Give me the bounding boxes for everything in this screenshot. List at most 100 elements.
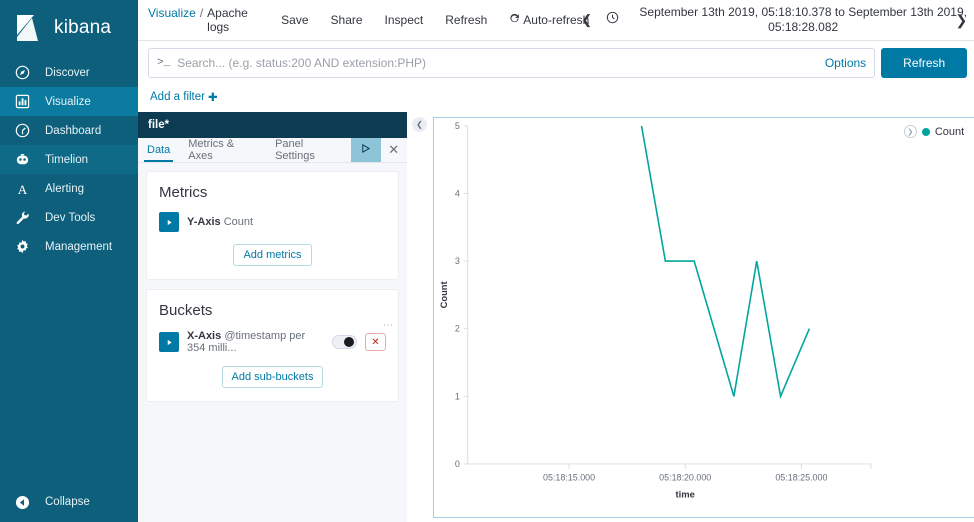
add-metrics-row: Add metrics xyxy=(159,244,386,266)
sidebar-item-visualize[interactable]: Visualize xyxy=(0,87,138,116)
time-back-icon[interactable]: ❮ xyxy=(581,12,592,28)
y-tick-label: 2 xyxy=(455,324,460,334)
clock-icon[interactable] xyxy=(606,11,619,29)
sidebar-item-dev-tools[interactable]: Dev Tools xyxy=(0,203,138,232)
time-forward-icon[interactable]: ❯ xyxy=(955,12,967,29)
metric-agg-label: Y-Axis Count xyxy=(187,216,253,228)
query-bar: >_ Options Refresh xyxy=(138,41,974,84)
sidebar-collapse-label: Collapse xyxy=(45,496,90,508)
gear-icon xyxy=(14,238,31,255)
tab-data[interactable]: Data xyxy=(138,138,179,162)
metric-agg-value: Count xyxy=(223,216,254,228)
legend-expand-icon[interactable]: ❯ xyxy=(903,125,917,138)
alerting-icon: A xyxy=(14,180,31,197)
kibana-app: kibana Discover Visualize Dashboard Time… xyxy=(0,0,974,522)
collapse-editor-icon[interactable]: ❮ xyxy=(412,117,427,132)
plus-icon: ✚ xyxy=(207,92,218,104)
y-tick-label: 5 xyxy=(455,121,460,131)
metric-agg-role: Y-Axis xyxy=(187,216,221,228)
auto-refresh-label: Auto-refresh xyxy=(523,13,590,27)
search-input[interactable] xyxy=(177,55,818,70)
sidebar-item-label: Management xyxy=(45,240,113,253)
sidebar-item-dashboard[interactable]: Dashboard xyxy=(0,116,138,145)
y-tick-label: 0 xyxy=(455,459,460,469)
breadcrumb: Visualize / Apache logs xyxy=(148,6,259,34)
breadcrumb-separator: / xyxy=(199,6,204,20)
filter-bar: Add a filter ✚ xyxy=(138,84,974,110)
add-filter-button[interactable]: Add a filter ✚ xyxy=(150,90,218,104)
metric-agg-row[interactable]: Y-Axis Count xyxy=(159,212,386,232)
expand-metric-icon[interactable] xyxy=(159,212,179,232)
remove-bucket-button[interactable]: ✕ xyxy=(365,333,386,351)
sidebar-collapse-button[interactable]: Collapse xyxy=(0,488,138,516)
search-bar[interactable]: >_ Options xyxy=(148,47,876,78)
x-tick-label: 05:18:15.000 xyxy=(543,473,595,483)
time-range-picker[interactable]: September 13th 2019, 05:18:10.378 to Sep… xyxy=(629,5,974,35)
query-prompt-icon: >_ xyxy=(157,56,171,69)
chart-container: ❯ Count 5 4 3 2 1 0 05:18:15.000 05:18:2… xyxy=(433,117,974,518)
svg-text:A: A xyxy=(18,182,28,197)
close-editor-button[interactable]: ✕ xyxy=(381,138,407,162)
x-tick-label: 05:18:20.000 xyxy=(659,473,711,483)
x-axis-title: time xyxy=(676,489,695,499)
tab-panel-settings[interactable]: Panel Settings xyxy=(266,138,351,162)
sidebar-item-management[interactable]: Management xyxy=(0,232,138,261)
auto-refresh-button[interactable]: Auto-refresh xyxy=(509,13,589,27)
x-tick-label: 05:18:25.000 xyxy=(775,473,827,483)
brand-name: kibana xyxy=(54,17,112,38)
global-nav-sidebar: kibana Discover Visualize Dashboard Time… xyxy=(0,0,138,522)
line-chart[interactable]: 5 4 3 2 1 0 05:18:15.000 05:18:20.000 05… xyxy=(434,118,974,517)
bar-chart-icon xyxy=(14,93,31,110)
bucket-agg-role: X-Axis xyxy=(187,330,222,342)
sidebar-item-label: Discover xyxy=(45,66,90,79)
wrench-icon xyxy=(14,209,31,226)
editor-index-title: file* xyxy=(138,112,407,138)
timelion-icon xyxy=(14,151,31,168)
buckets-card: Buckets X-Axis @timestamp per 354 milli.… xyxy=(146,289,399,402)
query-refresh-button[interactable]: Refresh xyxy=(881,47,968,78)
legend-entry-count[interactable]: Count xyxy=(935,126,964,138)
breadcrumb-current: Apache logs xyxy=(207,6,248,34)
legend-color-dot xyxy=(921,127,930,136)
bucket-agg-row[interactable]: X-Axis @timestamp per 354 milli... ✕ xyxy=(159,330,386,354)
refresh-button[interactable]: Refresh xyxy=(445,13,487,27)
apply-changes-button[interactable] xyxy=(351,138,381,162)
metrics-heading: Metrics xyxy=(159,184,208,201)
time-nav: ❮ xyxy=(581,11,619,29)
play-icon xyxy=(360,143,371,157)
editor-tabs: Data Metrics & Axes Panel Settings ✕ xyxy=(138,138,407,163)
query-options-link[interactable]: Options xyxy=(825,56,866,70)
bucket-drag-handle[interactable]: ⋮ xyxy=(382,320,393,331)
save-button[interactable]: Save xyxy=(281,13,308,27)
compass-icon xyxy=(14,64,31,81)
sidebar-item-label: Timelion xyxy=(45,153,89,166)
share-button[interactable]: Share xyxy=(331,13,363,27)
sidebar-item-label: Alerting xyxy=(45,182,84,195)
inspect-button[interactable]: Inspect xyxy=(385,13,424,27)
bucket-enable-toggle[interactable] xyxy=(332,335,357,349)
sidebar-item-alerting[interactable]: A Alerting xyxy=(0,174,138,203)
series-line-count[interactable] xyxy=(640,125,811,400)
sidebar-item-label: Dashboard xyxy=(45,124,102,137)
breadcrumb-visualize-link[interactable]: Visualize xyxy=(148,6,196,20)
sidebar-item-label: Dev Tools xyxy=(45,211,96,224)
buckets-heading: Buckets xyxy=(159,302,213,319)
tab-metrics-axes[interactable]: Metrics & Axes xyxy=(179,138,266,162)
add-sub-buckets-button[interactable]: Add sub-buckets xyxy=(221,366,324,388)
content-split: file* Data Metrics & Axes Panel Settings… xyxy=(138,112,974,522)
y-axis-ticks: 5 4 3 2 1 0 xyxy=(455,121,468,469)
bucket-agg-label: X-Axis @timestamp per 354 milli... xyxy=(187,330,316,354)
refresh-cycle-icon xyxy=(509,13,520,27)
expand-bucket-icon[interactable] xyxy=(159,332,179,352)
chart-legend: ❯ Count xyxy=(903,125,964,138)
add-filter-label: Add a filter xyxy=(150,91,205,103)
y-tick-label: 4 xyxy=(455,188,460,198)
brand-logo[interactable]: kibana xyxy=(0,0,138,56)
add-sub-buckets-row: Add sub-buckets xyxy=(159,366,386,388)
add-metrics-button[interactable]: Add metrics xyxy=(233,244,312,266)
main-area: Visualize / Apache logs Save Share Inspe… xyxy=(138,0,974,522)
sidebar-item-timelion[interactable]: Timelion xyxy=(0,145,138,174)
dashboard-icon xyxy=(14,122,31,139)
top-nav-bar: Visualize / Apache logs Save Share Inspe… xyxy=(138,0,974,41)
sidebar-item-discover[interactable]: Discover xyxy=(0,58,138,87)
